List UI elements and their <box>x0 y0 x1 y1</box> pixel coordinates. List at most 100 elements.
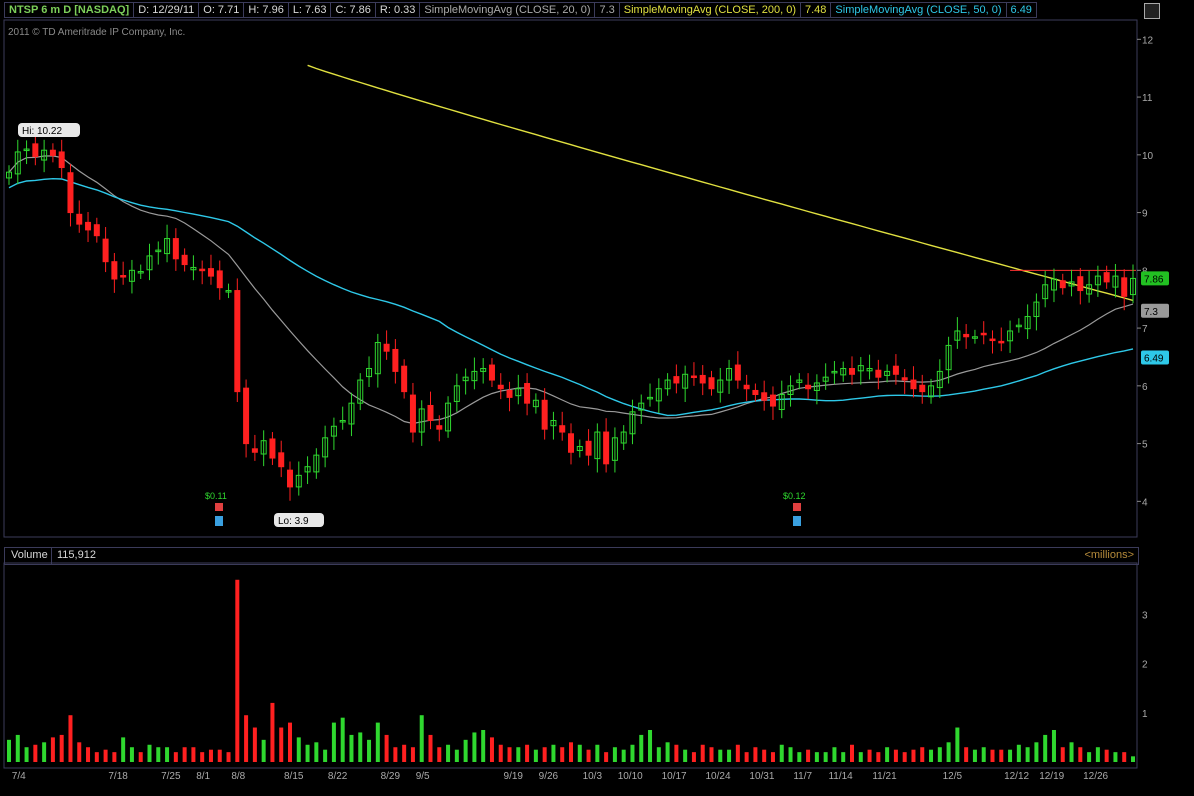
candle-body <box>49 149 56 156</box>
candle-body <box>603 431 610 465</box>
volume-bar <box>683 749 688 762</box>
volume-bar <box>621 749 626 762</box>
volume-bar <box>700 744 705 762</box>
volume-bar <box>340 717 345 762</box>
volume-bar <box>806 749 811 762</box>
last-price-label: 7.86 <box>1144 274 1164 285</box>
date-tick-label: 10/17 <box>662 771 687 782</box>
volume-bar <box>779 744 784 762</box>
candle-body <box>901 377 908 381</box>
volume-bar <box>1016 744 1021 762</box>
price-tick-label: 7 <box>1142 324 1148 335</box>
volume-bar <box>235 579 240 762</box>
volume-bar <box>964 747 969 762</box>
volume-bar <box>770 752 775 762</box>
volume-bar <box>68 715 73 762</box>
volume-bar <box>305 744 310 762</box>
candle-body <box>761 392 768 401</box>
candle-body <box>278 452 285 468</box>
volume-bar <box>1087 752 1092 762</box>
candle-body <box>541 399 548 430</box>
candle-body <box>963 333 970 338</box>
volume-bar <box>1069 742 1074 762</box>
volume-bar <box>384 734 389 762</box>
volume-bar <box>533 749 538 762</box>
volume-bar <box>709 747 714 762</box>
candle-body <box>849 368 855 375</box>
date-tick-label: 8/22 <box>328 771 348 782</box>
volume-bar <box>1104 749 1109 762</box>
volume-bar <box>1051 729 1056 762</box>
volume-bar <box>1131 756 1135 762</box>
volume-bar <box>296 737 301 762</box>
price-tick-label: 5 <box>1142 440 1148 451</box>
candle-body <box>699 374 706 384</box>
candle-body <box>102 238 109 263</box>
dividend-annotation-1-phone-icon <box>215 503 223 511</box>
moving-averages: 7.86 7.3 6.49 <box>8 64 1169 425</box>
dividend-annotation-2: $0.12 <box>783 491 806 501</box>
volume-bar <box>112 752 117 762</box>
candle-body <box>58 151 65 169</box>
candle-body <box>120 275 127 278</box>
volume-bar <box>33 744 38 762</box>
candle-body <box>1059 280 1066 289</box>
date-tick-label: 10/3 <box>583 771 603 782</box>
volume-bar <box>1060 747 1065 762</box>
volume-bar <box>727 749 732 762</box>
volume-bar <box>217 749 222 762</box>
high-annotation: Hi: 10.22 <box>22 126 62 137</box>
candle-body <box>673 376 680 384</box>
candle-body <box>488 364 495 381</box>
volume-bar <box>1043 734 1048 762</box>
volume-bar <box>252 727 257 762</box>
candle-body <box>67 172 74 214</box>
volume-bar <box>893 749 898 762</box>
volume-bar <box>15 734 20 762</box>
chart-window: NTSP 6 m D [NASDAQ] D: 12/29/11 O: 7.71 … <box>0 0 1194 796</box>
volume-bar <box>858 752 863 762</box>
candle-body <box>769 394 776 407</box>
volume-bar <box>753 747 758 762</box>
volume-bar <box>665 742 670 762</box>
candle-body <box>1077 276 1084 292</box>
volume-bar <box>437 747 442 762</box>
volume-bar <box>349 734 354 762</box>
date-tick-label: 10/31 <box>749 771 774 782</box>
volume-bar <box>261 739 266 762</box>
volume-bar <box>656 747 661 762</box>
volume-bar <box>735 744 740 762</box>
volume-bar <box>981 747 986 762</box>
volume-bar <box>955 727 960 762</box>
volume-bar <box>288 722 292 762</box>
volume-bar <box>867 749 872 762</box>
volume-bar <box>674 744 679 762</box>
volume-bar <box>270 702 275 762</box>
volume-bar <box>551 744 556 762</box>
candle-body <box>910 379 917 390</box>
volume-bar <box>481 729 486 762</box>
volume-bars <box>7 579 1135 762</box>
volume-bar <box>516 747 521 762</box>
sma50-price-label: 6.49 <box>1144 354 1164 365</box>
volume-bar <box>885 747 890 762</box>
candle-body <box>1103 272 1110 283</box>
volume-bar <box>410 747 415 762</box>
volume-bar <box>832 747 837 762</box>
price-tick-label: 4 <box>1142 497 1148 508</box>
volume-bar <box>577 744 582 762</box>
volume-bar <box>331 722 336 762</box>
volume-bar <box>323 749 328 762</box>
volume-bar <box>718 749 723 762</box>
date-tick-label: 7/18 <box>108 771 128 782</box>
volume-bar <box>850 744 854 762</box>
candle-body <box>919 384 926 393</box>
volume-bar <box>393 747 398 762</box>
volume-bar <box>182 747 187 762</box>
candle-body <box>392 348 399 372</box>
volume-bar <box>446 744 451 762</box>
volume-bar <box>990 749 995 762</box>
sma20-line <box>8 155 1134 425</box>
volume-bar <box>200 752 205 762</box>
volume-bar <box>1122 752 1127 762</box>
